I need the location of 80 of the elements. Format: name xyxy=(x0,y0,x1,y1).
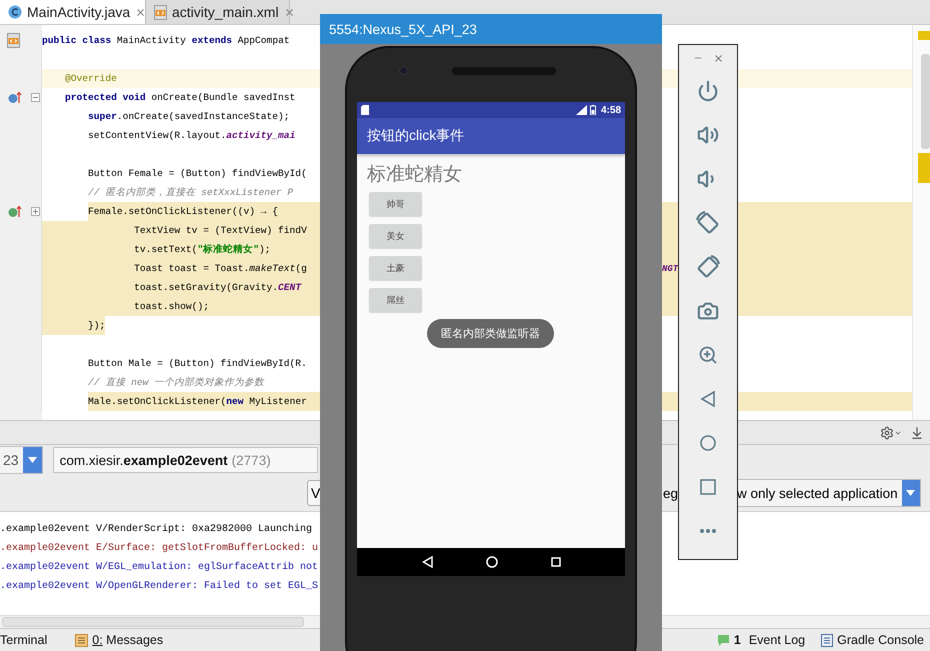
code-line: }); xyxy=(88,319,106,333)
text-view: 标准蛇精女 xyxy=(367,164,462,186)
recents-icon[interactable] xyxy=(550,557,560,567)
code-line: Female.setOnClickListener((v) → { xyxy=(88,205,278,219)
code-line: tv.setText("标准蛇精女"); xyxy=(134,243,270,257)
editor-tab[interactable]: activity_main.xml xyxy=(146,0,290,24)
signal-icon xyxy=(576,105,587,115)
code-line: // 直接 new 一个内部类对象作为参数 xyxy=(88,376,264,390)
volume-up-icon xyxy=(697,124,719,146)
log-line: .example02event V/RenderScript: 0xa2982000 Launching xyxy=(0,522,312,537)
close-icon[interactable] xyxy=(284,6,295,18)
close-icon[interactable] xyxy=(712,52,724,64)
class-icon xyxy=(8,5,22,19)
rotate-icon xyxy=(695,210,721,236)
caret-icon xyxy=(28,457,37,463)
code-fragment: NGT xyxy=(662,264,678,274)
sd-card-icon xyxy=(361,105,369,115)
event-log-tab[interactable]: Event Log xyxy=(748,633,806,647)
log-line: .example02event W/EGL_emulation: eglSurfaceAttrib not xyxy=(0,560,318,575)
code-line: toast.setGravity(Gravity.CENT xyxy=(134,281,302,295)
code-line: TextView tv = (TextView) findV xyxy=(134,224,307,238)
expand-icon[interactable] xyxy=(31,207,40,216)
code-line: // 匿名内部类，直接在 setXxxListener P xyxy=(88,186,294,200)
code-line: @Override xyxy=(65,72,117,86)
console-icon[interactable] xyxy=(821,634,834,646)
home-icon xyxy=(699,434,717,452)
terminal-tab[interactable]: Terminal xyxy=(0,633,48,647)
app-title: 按钮的click事件 xyxy=(367,127,464,145)
download-icon[interactable] xyxy=(910,426,924,440)
app-button[interactable]: 美女 xyxy=(369,224,422,248)
gradle-console-tab[interactable]: Gradle Console xyxy=(837,633,924,647)
code-line: Button Female = (Button) findViewById( xyxy=(88,167,307,181)
speech-bubble-icon[interactable] xyxy=(716,634,730,646)
editor-tab[interactable]: MainActivity.java xyxy=(0,0,146,24)
warning-marker[interactable] xyxy=(918,153,930,183)
camera-icon xyxy=(697,300,719,322)
code-line: toast.show(); xyxy=(134,300,209,314)
scrollbar-thumb[interactable] xyxy=(2,617,304,627)
zoom-in-icon xyxy=(698,345,718,365)
overview-icon xyxy=(700,479,716,495)
messages-tab[interactable]: 0: Messages xyxy=(92,633,164,647)
collapse-icon[interactable] xyxy=(31,93,40,102)
camera-lens xyxy=(399,66,408,75)
battery-icon xyxy=(590,105,596,115)
home-icon[interactable] xyxy=(486,556,498,568)
app-button[interactable]: 帅哥 xyxy=(369,192,422,216)
app-button[interactable]: 土豪 xyxy=(369,256,422,280)
override-marker-icon[interactable] xyxy=(8,91,22,104)
messages-icon[interactable] xyxy=(75,634,88,646)
log-level-dropdown[interactable]: V xyxy=(307,480,320,506)
toast-message: 匿名内部类做监听器 xyxy=(427,319,554,348)
close-icon[interactable] xyxy=(135,6,146,18)
process-dropdown[interactable]: com.xiesir.example02event (2773) xyxy=(52,447,318,473)
event-count: 1 xyxy=(734,633,741,647)
code-line: Male.setOnClickListener(new MyListener xyxy=(88,395,307,409)
back-icon[interactable] xyxy=(422,556,432,568)
code-line: Button Male = (Button) findViewById(R. xyxy=(88,357,307,371)
code-line: Toast toast = Toast.makeText(g xyxy=(134,262,307,276)
back-icon xyxy=(700,390,716,408)
more-icon xyxy=(700,529,716,533)
status-time: 4:58 xyxy=(600,104,621,116)
device-dropdown[interactable]: 23 xyxy=(0,446,43,474)
scrollbar-thumb[interactable] xyxy=(921,54,930,149)
regex-label: eg xyxy=(663,486,678,500)
rotate-icon xyxy=(695,254,721,280)
implement-marker-icon[interactable] xyxy=(8,205,22,218)
settings-icon[interactable] xyxy=(880,426,902,440)
code-line: protected void onCreate(Bundle savedInst xyxy=(65,91,296,105)
log-line: .example02event E/Surface: getSlotFromBufferLocked: u xyxy=(0,542,318,556)
warning-marker[interactable] xyxy=(918,31,930,40)
caret-icon xyxy=(906,490,916,496)
window-title: 5554:Nexus_5X_API_23 xyxy=(320,14,662,44)
layout-file-icon[interactable] xyxy=(7,33,20,48)
code-line: public class MainActivity extends AppCompat xyxy=(42,34,290,48)
xml-file-icon xyxy=(154,4,167,20)
log-line: .example02event W/OpenGLRenderer: Failed to set EGL_S xyxy=(0,580,318,594)
code-line: setContentView(R.layout.activity_mai xyxy=(88,129,296,143)
app-button[interactable]: 屌丝 xyxy=(369,288,422,312)
power-icon xyxy=(697,80,719,102)
code-line: super.onCreate(savedInstanceState); xyxy=(88,110,290,124)
